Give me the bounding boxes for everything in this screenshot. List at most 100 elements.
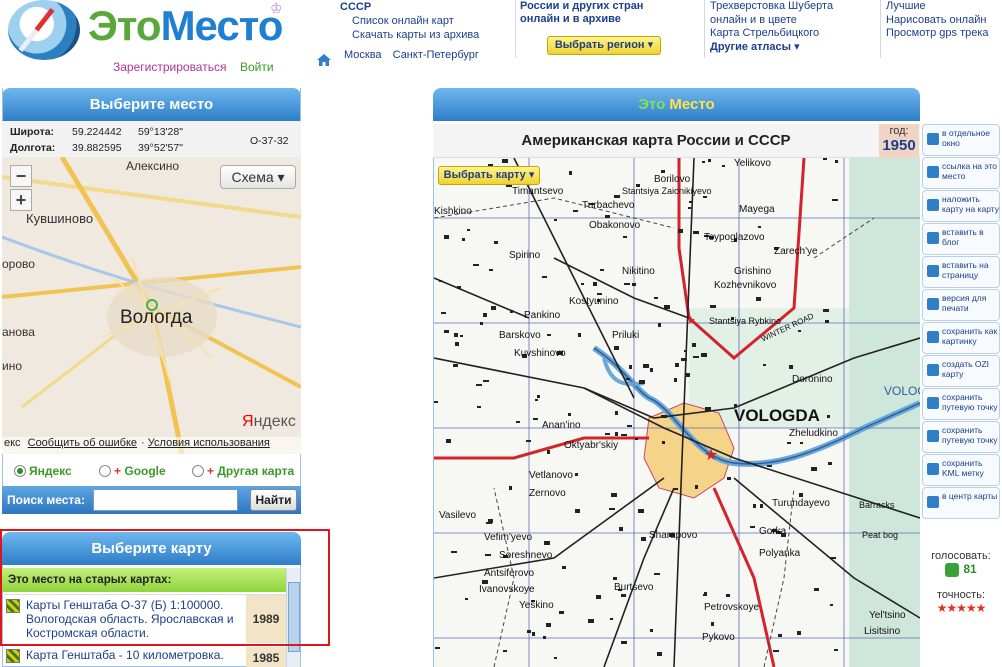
building-block: [588, 619, 594, 623]
map-type-dropdown[interactable]: Схема ▾: [220, 165, 296, 189]
historic-map[interactable]: ★ ★ Yelikovo Timantsevo Borilovo Stantsiya …: [434, 158, 920, 667]
select-region-button[interactable]: Выбрать регион ▾: [547, 36, 661, 55]
accuracy-stars[interactable]: ★★★★★: [922, 601, 1000, 615]
building-block: [787, 442, 791, 444]
header-divider: [880, 0, 881, 58]
building-block: [711, 622, 714, 626]
building-block: [554, 657, 557, 659]
register-link[interactable]: Зарегистрироваться: [113, 60, 226, 74]
building-block: [758, 226, 761, 228]
find-button[interactable]: Найти: [250, 489, 297, 511]
zoom-out-button[interactable]: −: [10, 165, 32, 187]
map-place-label: Nikitino: [622, 266, 655, 277]
tool-icon: [927, 298, 939, 310]
building-block: [638, 509, 644, 513]
lon-dms: 39°52'57": [138, 142, 183, 154]
tool-icon: [927, 397, 939, 409]
building-block: [834, 649, 838, 651]
building-block: [688, 207, 691, 209]
map-tool-button[interactable]: наложить карту на карту: [922, 190, 1000, 222]
building-block: [830, 604, 833, 606]
map-tool-button[interactable]: версия для печати: [922, 289, 1000, 321]
select-map-button[interactable]: Выбрать карту ▾: [438, 166, 540, 185]
strelbitsky-link[interactable]: Карта Стрельбицкого: [710, 27, 885, 41]
building-block: [695, 485, 698, 489]
draw-online-link[interactable]: Нарисовать онлайн: [886, 14, 1002, 28]
download-maps-link[interactable]: Скачать карты из архива: [340, 28, 515, 42]
building-block: [778, 634, 782, 637]
building-block: [621, 641, 627, 644]
building-block: [554, 219, 557, 221]
vote-button[interactable]: 81: [922, 562, 1000, 578]
building-block: [726, 594, 730, 597]
building-block: [814, 588, 819, 591]
building-block: [547, 450, 550, 454]
other-map-radio[interactable]: [192, 465, 204, 477]
map-tool-button[interactable]: вставить на страницу: [922, 256, 1000, 288]
gps-track-link[interactable]: Просмотр gps трека: [886, 27, 1002, 41]
map-place-label: Spirino: [509, 250, 541, 261]
map-place-label: Grishino: [734, 266, 772, 277]
building-block: [823, 309, 829, 312]
building-block: [629, 365, 632, 369]
zoom-in-button[interactable]: +: [10, 189, 32, 211]
building-block: [658, 323, 661, 327]
building-block: [692, 343, 696, 347]
ussr-link[interactable]: СССР: [340, 0, 515, 14]
building-block: [489, 269, 493, 271]
map-tool-button[interactable]: вставить в блог: [922, 223, 1000, 255]
report-error-link[interactable]: Сообщить об ошибке: [28, 437, 137, 449]
schubert-color-link[interactable]: онлайн и в цвете: [710, 14, 885, 28]
tool-label: в отдельное окно: [942, 128, 990, 148]
building-block: [454, 333, 458, 337]
building-block: [623, 236, 627, 238]
map-tool-button[interactable]: сохранить как картинку: [922, 322, 1000, 354]
building-block: [527, 630, 531, 633]
map-place-label: Gorka: [759, 526, 787, 537]
schubert-link[interactable]: Трехверстовка Шуберта: [710, 0, 885, 14]
map-tool-button[interactable]: создать OZI карту: [922, 355, 1000, 387]
countries-line2[interactable]: онлайн и в архиве: [520, 13, 702, 26]
mini-map[interactable]: − + Схема ▾ Алексино Кувшиново Вологда о…: [2, 157, 301, 454]
map-list-item[interactable]: Карта Генштаба - 10 километровка. 1985: [2, 644, 286, 667]
thumbs-up-icon[interactable]: [945, 563, 960, 578]
building-block: [674, 378, 677, 382]
terms-link[interactable]: Условия использования: [148, 437, 270, 449]
map-tool-button[interactable]: в центр карты: [922, 487, 1000, 519]
yandex-logo: Яндекс: [242, 413, 296, 430]
map-place-label: Pykovo: [702, 632, 735, 643]
building-block: [465, 598, 468, 600]
yandex-radio[interactable]: [14, 465, 26, 477]
other-atlases-dropdown[interactable]: Другие атласы ▾: [710, 41, 885, 55]
building-block: [703, 594, 706, 596]
login-link[interactable]: Войти: [240, 60, 274, 74]
google-radio-label[interactable]: + Google: [114, 464, 166, 478]
map-tool-button[interactable]: сохранить KML метку: [922, 454, 1000, 486]
tool-icon: [927, 199, 939, 211]
map-sheet-code: O-37-32: [250, 135, 289, 147]
map-tool-button[interactable]: в отдельное окно: [922, 124, 1000, 156]
map-tool-button[interactable]: ссылка на это место: [922, 157, 1000, 189]
countries-line1[interactable]: России и других стран: [520, 0, 702, 13]
map-place-label: Doronino: [792, 374, 833, 385]
map-tool-button[interactable]: сохранить путевую точку: [922, 388, 1000, 420]
place-search-input[interactable]: [93, 489, 238, 511]
best-link[interactable]: Лучшие: [886, 0, 1002, 14]
city-spb-link[interactable]: Санкт-Петербург: [393, 49, 479, 61]
map-list-item-title[interactable]: Карта Генштаба - 10 километровка.: [26, 648, 244, 662]
building-block: [662, 441, 665, 444]
building-block: [562, 566, 566, 569]
map-tool-button[interactable]: сохранить путевую точку: [922, 421, 1000, 453]
map-place-label: Turbachevo: [582, 200, 635, 211]
city-moscow-link[interactable]: Москва: [344, 49, 382, 61]
home-icon[interactable]: [316, 53, 332, 67]
building-block: [693, 356, 699, 358]
place-label: Кувшиново: [26, 211, 94, 226]
building-block: [621, 434, 627, 436]
online-maps-list-link[interactable]: Список онлайн карт: [340, 14, 515, 28]
yandex-radio-label[interactable]: Яндекс: [29, 464, 72, 478]
other-map-radio-label[interactable]: + Другая карта: [207, 464, 294, 478]
building-block: [559, 611, 564, 614]
google-radio[interactable]: [99, 465, 111, 477]
map-place-label: Sharapovo: [649, 530, 698, 541]
